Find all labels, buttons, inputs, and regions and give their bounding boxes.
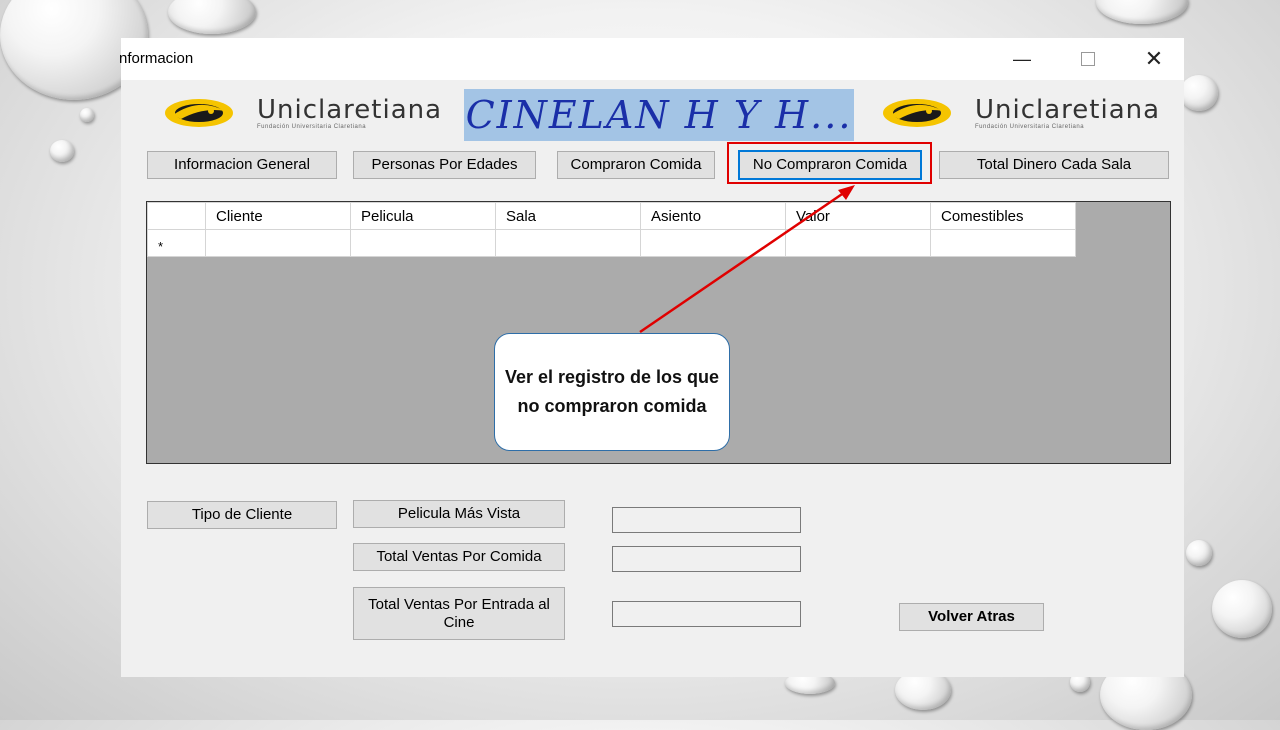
decorative-drop [1186,540,1212,566]
column-header-cliente[interactable]: Cliente [205,202,351,230]
total-ventas-entrada-button[interactable]: Total Ventas Por Entrada al Cine [353,587,565,640]
decorative-drop [1180,75,1218,111]
window-title: nformacion [119,50,194,67]
informacion-general-button[interactable]: Informacion General [147,151,337,179]
grid-cell[interactable] [930,229,1076,257]
close-icon[interactable]: ✕ [1131,44,1177,74]
pelicula-mas-vista-button[interactable]: Pelicula Más Vista [353,500,565,528]
new-row-marker: * [147,229,206,257]
column-header-comestibles[interactable]: Comestibles [930,202,1076,230]
banner-title: CINELAN H Y H... [464,89,854,141]
total-dinero-cada-sala-button[interactable]: Total Dinero Cada Sala [939,151,1169,179]
annotation-callout: Ver el registro de los que no compraron … [494,333,730,451]
grid-cell[interactable] [640,229,786,257]
minimize-icon[interactable]: — [999,44,1045,74]
grid-table: Cliente Pelicula Sala Asiento Valor Come… [147,202,1076,257]
grid-cell[interactable] [350,229,496,257]
bird-logo-icon [883,99,951,127]
compraron-comida-button[interactable]: Compraron Comida [557,151,715,179]
tipo-de-cliente-button[interactable]: Tipo de Cliente [147,501,337,529]
decorative-drop [80,108,94,122]
logo-left: Uniclaretiana Fundación Universitaria Cl… [159,93,449,133]
decorative-drop [168,0,256,34]
column-header-sala[interactable]: Sala [495,202,641,230]
grid-cell[interactable] [205,229,351,257]
banner-text: CINELAN H Y H... [465,93,853,137]
grid-cell[interactable] [785,229,931,257]
total-ventas-comida-field[interactable] [612,546,801,572]
decorative-drop [1212,580,1272,638]
personas-por-edades-button[interactable]: Personas Por Edades [353,151,536,179]
total-ventas-comida-button[interactable]: Total Ventas Por Comida [353,543,565,571]
bird-logo-icon [165,99,233,127]
decorative-drop [50,140,74,162]
highlight-box [727,142,932,184]
total-ventas-entrada-field[interactable] [612,601,801,627]
logo-subtitle: Fundación Universitaria Claretiana [975,124,1085,130]
decorative-drop [1096,0,1188,24]
grid-cell[interactable] [495,229,641,257]
logo-name: Uniclaretiana [975,95,1161,125]
grid-header-row: Cliente Pelicula Sala Asiento Valor Come… [147,202,1076,230]
maximize-icon[interactable] [1065,44,1111,74]
logo-name: Uniclaretiana [257,95,443,125]
title-bar: nformacion — ✕ [119,38,1184,80]
pelicula-mas-vista-field[interactable] [612,507,801,533]
column-header-valor[interactable]: Valor [785,202,931,230]
logo-subtitle: Fundación Universitaria Claretiana [257,124,367,130]
volver-atras-button[interactable]: Volver Atras [899,603,1044,631]
column-header-asiento[interactable]: Asiento [640,202,786,230]
logo-right: Uniclaretiana Fundación Universitaria Cl… [877,93,1167,133]
table-row[interactable]: * [147,229,1076,257]
column-header-pelicula[interactable]: Pelicula [350,202,496,230]
row-header-corner [147,202,206,230]
